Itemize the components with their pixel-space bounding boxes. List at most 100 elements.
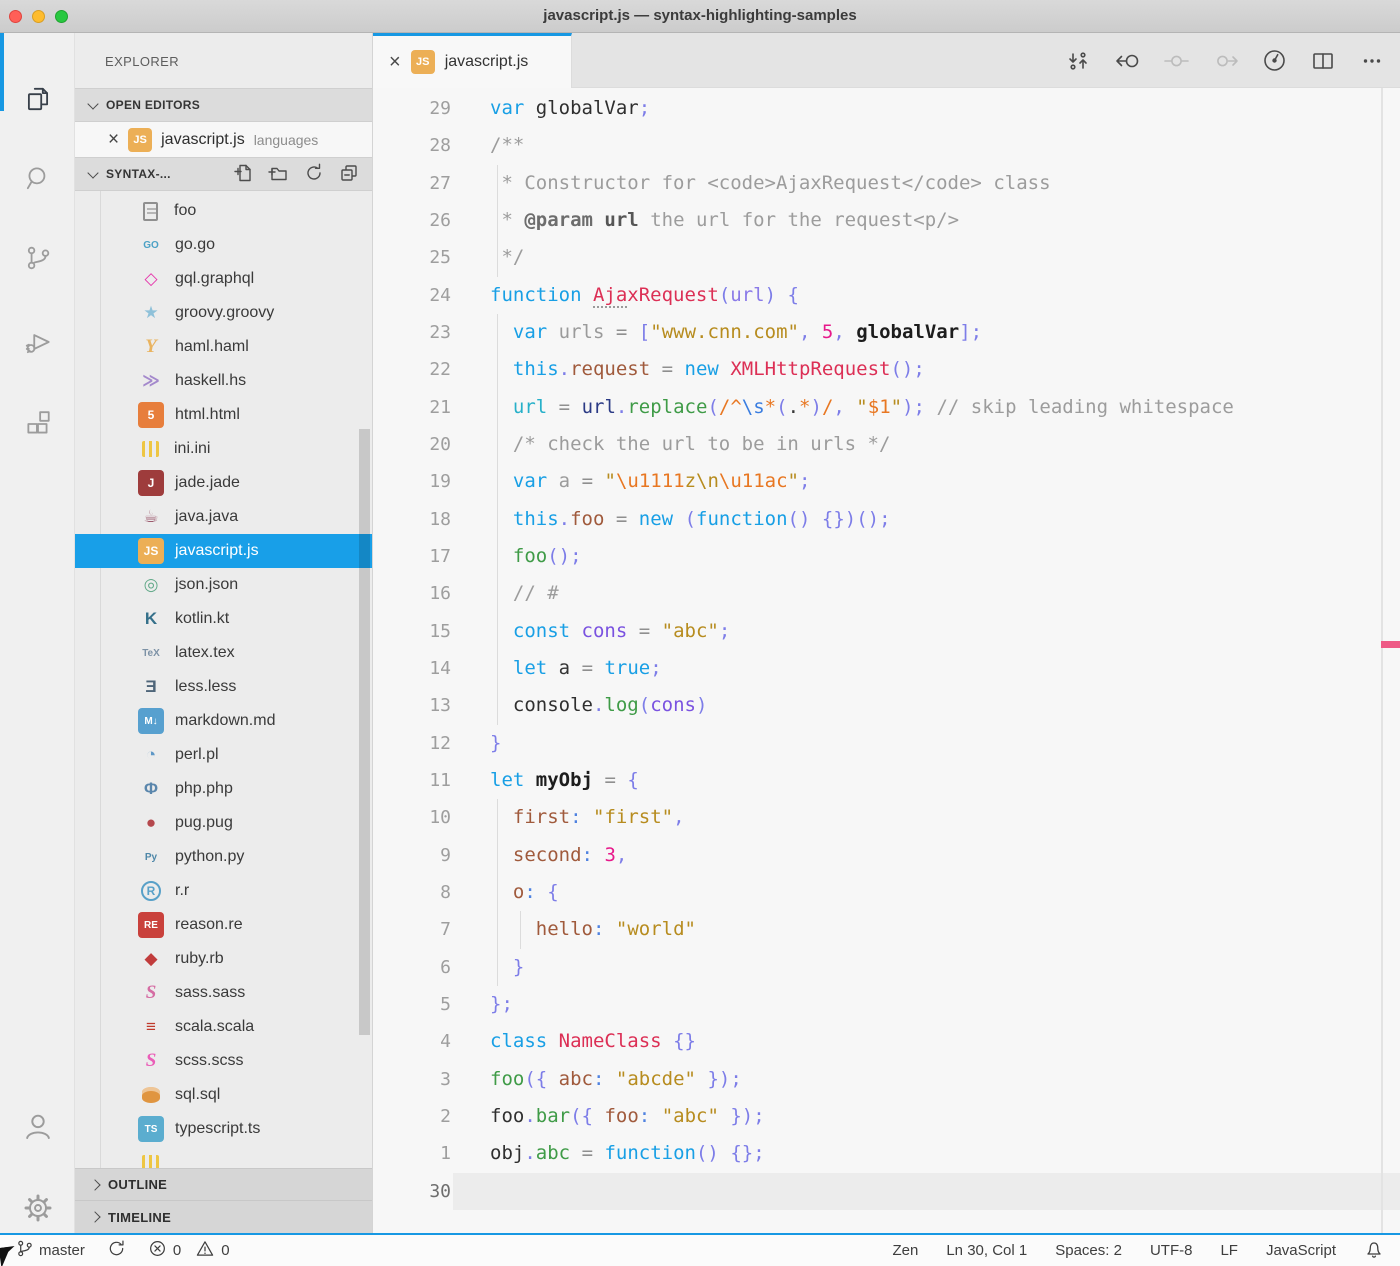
tree-item-ini.ini[interactable]: ini.ini [75,432,372,466]
code-line-14[interactable]: 14 let a = true; [373,650,1400,687]
tree-item-scala.scala[interactable]: ≡scala.scala [75,1010,372,1044]
tree-item-kotlin.kt[interactable]: Kkotlin.kt [75,602,372,636]
zen-mode-item[interactable]: Zen [892,1242,918,1259]
tree-item-sass.sass[interactable]: Ssass.sass [75,976,372,1010]
tree-item-markdown.md[interactable]: M↓markdown.md [75,704,372,738]
tree-item-reason.re[interactable]: REreason.re [75,908,372,942]
tree-item-typescript.ts[interactable]: TStypescript.ts [75,1112,372,1146]
language-mode-item[interactable]: JavaScript [1266,1242,1336,1259]
tree-item-groovy.groovy[interactable]: ★groovy.groovy [75,296,372,330]
sidebar-item-extensions[interactable] [0,391,75,461]
tree-item-html.html[interactable]: 5html.html [75,398,372,432]
eol-item[interactable]: LF [1220,1242,1238,1259]
indentation-item[interactable]: Spaces: 2 [1055,1242,1122,1259]
sidebar-item-search[interactable] [0,145,75,215]
tree-item-json.json[interactable]: ◎json.json [75,568,372,602]
code-line-27[interactable]: 27 * Constructor for <code>AjaxRequest</… [373,165,1400,202]
outline-section-header[interactable]: OUTLINE [75,1168,372,1200]
line-number: 2 [373,1098,453,1135]
tree-item-haml.haml[interactable]: Yhaml.haml [75,330,372,364]
code-line-25[interactable]: 25 */ [373,239,1400,276]
code-line-18[interactable]: 18 this.foo = new (function() {})(); [373,501,1400,538]
code-line-1[interactable]: 1obj.abc = function() {}; [373,1135,1400,1172]
cursor-position-item[interactable]: Ln 30, Col 1 [946,1242,1027,1259]
account-button[interactable] [0,1093,75,1163]
code-line-12[interactable]: 12} [373,725,1400,762]
sidebar-item-explorer[interactable] [0,66,75,136]
code-line-5[interactable]: 5}; [373,986,1400,1023]
code-line-24[interactable]: 24function AjaxRequest(url) { [373,277,1400,314]
line-number: 6 [373,949,453,986]
run-history-button[interactable] [1256,43,1292,79]
tree-item-pug.pug[interactable]: ●pug.pug [75,806,372,840]
code-line-4[interactable]: 4class NameClass {} [373,1023,1400,1060]
tree-item-javascript.js[interactable]: JSjavascript.js [75,534,372,568]
close-editor-icon[interactable]: × [108,130,119,149]
tree-item-java.java[interactable]: ☕java.java [75,500,372,534]
folder-section-header[interactable]: SYNTAX-... [75,157,372,191]
code-line-20[interactable]: 20 /* check the url to be in urls */ [373,426,1400,463]
code-line-30[interactable]: 30 [373,1173,1400,1210]
previous-change-button[interactable] [1158,43,1194,79]
tree-item-go.go[interactable]: GOgo.go [75,228,372,262]
sidebar-item-run-debug[interactable] [0,309,75,379]
tree-item-foo[interactable]: foo [75,194,372,228]
tree-item-jade.jade[interactable]: Jjade.jade [75,466,372,500]
new-file-button[interactable] [233,163,253,186]
code-line-23[interactable]: 23 var urls = ["www.cnn.com", 5, globalV… [373,314,1400,351]
code-line-15[interactable]: 15 const cons = "abc"; [373,613,1400,650]
code-line-29[interactable]: 29var globalVar; [373,90,1400,127]
code-line-22[interactable]: 22 this.request = new XMLHttpRequest(); [373,351,1400,388]
encoding-item[interactable]: UTF-8 [1150,1242,1193,1259]
timeline-section-header[interactable]: TIMELINE [75,1200,372,1233]
tree-item-php.php[interactable]: Φphp.php [75,772,372,806]
notifications-bell-button[interactable] [1364,1239,1384,1263]
tree-item-gql.graphql[interactable]: ◇gql.graphql [75,262,372,296]
open-editors-header[interactable]: OPEN EDITORS [75,88,372,122]
tree-item-sql.sql[interactable]: sql.sql [75,1078,372,1112]
code-line-19[interactable]: 19 var a = "\u1111z\n\u11ac"; [373,463,1400,500]
code-line-17[interactable]: 17 foo(); [373,538,1400,575]
code-line-11[interactable]: 11let myObj = { [373,762,1400,799]
tree-item-ruby.rb[interactable]: ◆ruby.rb [75,942,372,976]
line-number: 4 [373,1023,453,1060]
code-editor[interactable]: 29var globalVar;28/**27 * Constructor fo… [373,88,1400,1233]
open-editor-item[interactable]: × JS javascript.js languages [75,122,372,157]
code-line-3[interactable]: 3foo({ abc: "abcde" }); [373,1061,1400,1098]
go-back-button[interactable] [1109,43,1145,79]
sync-button[interactable] [107,1239,126,1262]
tree-item-clipped[interactable] [75,1146,372,1168]
close-tab-icon[interactable]: × [389,52,401,72]
code-line-9[interactable]: 9 second: 3, [373,837,1400,874]
code-line-6[interactable]: 6 } [373,949,1400,986]
sidebar-scrollbar[interactable] [359,429,370,1035]
tree-item-less.less[interactable]: Ǝless.less [75,670,372,704]
tree-item-python.py[interactable]: Pypython.py [75,840,372,874]
next-change-button[interactable] [1207,43,1243,79]
code-line-16[interactable]: 16 // # [373,575,1400,612]
problems-item[interactable]: 0 0 [148,1239,230,1262]
git-branch-item[interactable]: master [16,1239,85,1262]
file-name: sass.sass [175,984,245,1002]
tree-item-scss.scss[interactable]: Sscss.scss [75,1044,372,1078]
new-folder-button[interactable] [268,163,289,186]
tree-item-r.r[interactable]: Rr.r [75,874,372,908]
code-line-26[interactable]: 26 * @param url the url for the request<… [373,202,1400,239]
code-line-7[interactable]: 7 hello: "world" [373,911,1400,948]
code-line-28[interactable]: 28/** [373,127,1400,164]
code-line-2[interactable]: 2foo.bar({ foo: "abc" }); [373,1098,1400,1135]
code-line-21[interactable]: 21 url = url.replace(/^\s*(.*)/, "$1"); … [373,389,1400,426]
code-line-13[interactable]: 13 console.log(cons) [373,687,1400,724]
tree-item-haskell.hs[interactable]: ≫haskell.hs [75,364,372,398]
tree-item-perl.pl[interactable]: ◔perl.pl [75,738,372,772]
split-editor-button[interactable] [1305,43,1341,79]
sidebar-item-source-control[interactable] [0,225,75,295]
tree-item-latex.tex[interactable]: TeXlatex.tex [75,636,372,670]
refresh-button[interactable] [304,163,324,186]
collapse-folders-button[interactable] [339,163,359,186]
more-actions-button[interactable] [1354,43,1390,79]
tab-javascript-js[interactable]: × JS javascript.js [373,33,572,88]
code-line-10[interactable]: 10 first: "first", [373,799,1400,836]
code-line-8[interactable]: 8 o: { [373,874,1400,911]
compare-changes-button[interactable] [1060,43,1096,79]
